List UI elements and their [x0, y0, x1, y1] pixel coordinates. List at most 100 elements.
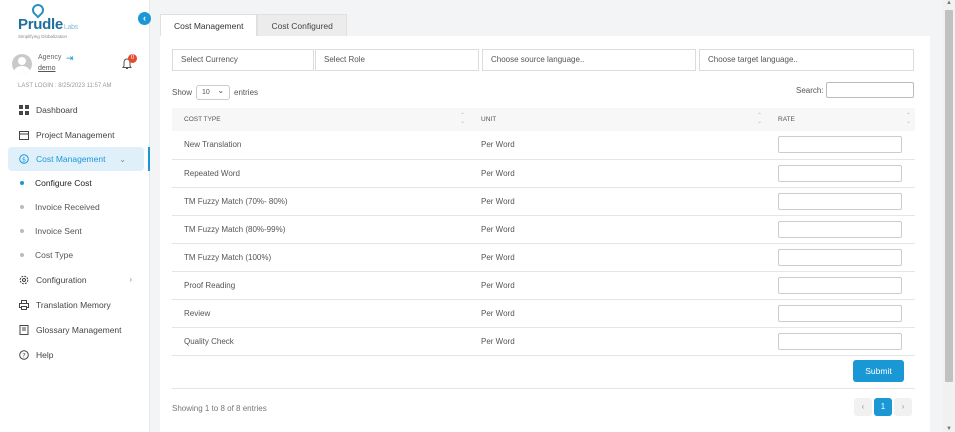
prev-page-button[interactable]: ‹ — [854, 398, 872, 416]
target-language-select[interactable]: Choose target language.. — [699, 49, 914, 71]
chevron-left-icon: ‹ — [143, 13, 146, 23]
cost-panel: Select Currency Select Role Choose sourc… — [160, 36, 930, 432]
sidebar-subitem-configure-cost[interactable]: Configure Cost — [8, 171, 150, 195]
sidebar-nav: Dashboard Project Management $ Cost Mana… — [8, 97, 150, 367]
sidebar-item-translation-memory[interactable]: Translation Memory — [8, 292, 150, 317]
sidebar-subitem-label: Cost Type — [35, 250, 74, 260]
table-row: TM Fuzzy Match (70%- 80%) Per Word — [172, 187, 915, 216]
logout-icon[interactable]: ⇥ — [66, 53, 74, 64]
rate-input[interactable] — [778, 332, 902, 350]
table-row: TM Fuzzy Match (80%-99%) Per Word — [172, 215, 915, 244]
cost-table: COST TYPE ⌃ ⌄ UNIT ⌃ ⌄ RATE ⌃ ⌄ New Translatio… — [172, 108, 915, 356]
svg-text:?: ? — [22, 351, 25, 359]
currency-select[interactable]: Select Currency — [172, 49, 314, 71]
tab-cost-configured[interactable]: Cost Configured — [257, 14, 347, 36]
page-1-button[interactable]: 1 — [874, 398, 892, 416]
user-name[interactable]: demo — [38, 65, 56, 72]
entries-label: entries — [234, 88, 259, 97]
bullet-icon — [20, 229, 24, 233]
column-header-unit[interactable]: UNIT ⌃ ⌄ — [469, 108, 766, 131]
column-header-cost-type[interactable]: COST TYPE ⌃ ⌄ — [172, 108, 469, 131]
sort-icon: ⌃ ⌄ — [459, 113, 465, 125]
sidebar: PrudleLabs Simplifying Globalization ‹ A… — [0, 0, 151, 432]
collapse-sidebar-button[interactable]: ‹ — [138, 12, 151, 25]
sidebar-item-label: Dashboard — [36, 104, 78, 115]
dashboard-icon — [18, 104, 30, 116]
logo[interactable]: PrudleLabs Simplifying Globalization — [14, 1, 84, 39]
search-label: Search: — [796, 85, 824, 95]
scroll-up-icon[interactable]: ▲ — [945, 0, 953, 6]
table-info: Showing 1 to 8 of 8 entries — [172, 404, 267, 413]
rate-input[interactable] — [778, 276, 902, 294]
divider — [172, 388, 915, 389]
sidebar-subitem-invoice-received[interactable]: Invoice Received — [8, 195, 150, 219]
rate-input[interactable] — [778, 164, 902, 182]
table-row: Quality Check Per Word — [172, 327, 915, 356]
user-role: Agency — [38, 54, 62, 61]
rate-input[interactable] — [778, 192, 902, 210]
unit-cell: Per Word — [469, 271, 766, 300]
sidebar-subitem-label: Invoice Received — [35, 202, 100, 212]
sort-icon: ⌃ ⌄ — [905, 113, 911, 125]
bullet-icon — [20, 253, 24, 257]
source-language-select[interactable]: Choose source language.. — [482, 49, 696, 71]
sidebar-subitem-invoice-sent[interactable]: Invoice Sent — [8, 219, 150, 243]
svg-text:$: $ — [22, 155, 26, 163]
notification-badge: 0 — [128, 54, 137, 63]
unit-cell: Per Word — [469, 187, 766, 216]
chevron-right-icon: › — [129, 275, 132, 284]
settings-icon — [18, 274, 30, 286]
submit-button[interactable]: Submit — [853, 360, 904, 382]
cost-type-cell: New Translation — [172, 131, 469, 160]
sidebar-item-label: Glossary Management — [36, 324, 122, 335]
sidebar-item-label: Project Management — [36, 129, 115, 140]
rate-input[interactable] — [778, 304, 902, 322]
brand-tagline: Simplifying Globalization — [18, 34, 68, 39]
sidebar-subitem-label: Configure Cost — [35, 178, 92, 188]
cost-type-cell: Quality Check — [172, 327, 469, 356]
sidebar-item-label: Translation Memory — [36, 299, 111, 310]
entries-control: Show 10 entries — [172, 84, 259, 100]
sidebar-item-label: Configuration — [36, 274, 87, 285]
unit-cell: Per Word — [469, 299, 766, 328]
search-input[interactable] — [825, 82, 914, 98]
tab-cost-management[interactable]: Cost Management — [160, 14, 258, 36]
avatar[interactable] — [12, 54, 32, 74]
last-login: LAST LOGIN : 8/25/2023 11:57 AM — [18, 83, 112, 89]
brand-suffix: Labs — [63, 24, 78, 31]
sidebar-item-glossary-management[interactable]: Glossary Management — [8, 317, 150, 342]
calendar-icon — [18, 129, 30, 141]
entries-select[interactable]: 10 — [196, 84, 231, 100]
unit-cell: Per Word — [469, 215, 766, 244]
table-row: TM Fuzzy Match (100%) Per Word — [172, 243, 915, 272]
sidebar-item-help[interactable]: ? Help — [8, 342, 150, 367]
unit-cell: Per Word — [469, 243, 766, 272]
table-search: Search: — [796, 82, 914, 98]
scroll-down-icon[interactable]: ▼ — [945, 426, 953, 432]
sidebar-item-configuration[interactable]: Configuration › — [8, 267, 150, 292]
rate-input[interactable] — [778, 220, 902, 238]
unit-cell: Per Word — [469, 327, 766, 356]
sidebar-item-dashboard[interactable]: Dashboard — [8, 97, 150, 122]
notification-bell[interactable]: 0 — [122, 54, 137, 72]
table-row: New Translation Per Word — [172, 131, 915, 160]
rate-input[interactable] — [778, 248, 902, 266]
cost-type-cell: TM Fuzzy Match (100%) — [172, 243, 469, 272]
column-header-rate[interactable]: RATE ⌃ ⌄ — [766, 108, 915, 131]
sidebar-item-cost-management[interactable]: $ Cost Management ⌄ — [8, 147, 150, 171]
page-scrollbar[interactable]: ▲ ▼ — [943, 0, 955, 432]
scrollbar-thumb[interactable] — [945, 10, 953, 382]
table-row: Review Per Word — [172, 299, 915, 328]
sidebar-item-project-management[interactable]: Project Management — [8, 122, 150, 147]
sidebar-item-label: Help — [36, 349, 54, 360]
sidebar-subitem-cost-type[interactable]: Cost Type — [8, 243, 150, 267]
dollar-circle-icon: $ — [18, 153, 30, 165]
cost-type-cell: Repeated Word — [172, 159, 469, 188]
printer-icon — [18, 299, 30, 311]
role-select[interactable]: Select Role — [315, 49, 479, 71]
tab-bar: Cost Management Cost Configured — [160, 14, 347, 36]
rate-input[interactable] — [778, 136, 902, 154]
chevron-down-icon: ⌄ — [119, 154, 126, 164]
sort-icon: ⌃ ⌄ — [756, 113, 762, 125]
next-page-button[interactable]: › — [894, 398, 912, 416]
